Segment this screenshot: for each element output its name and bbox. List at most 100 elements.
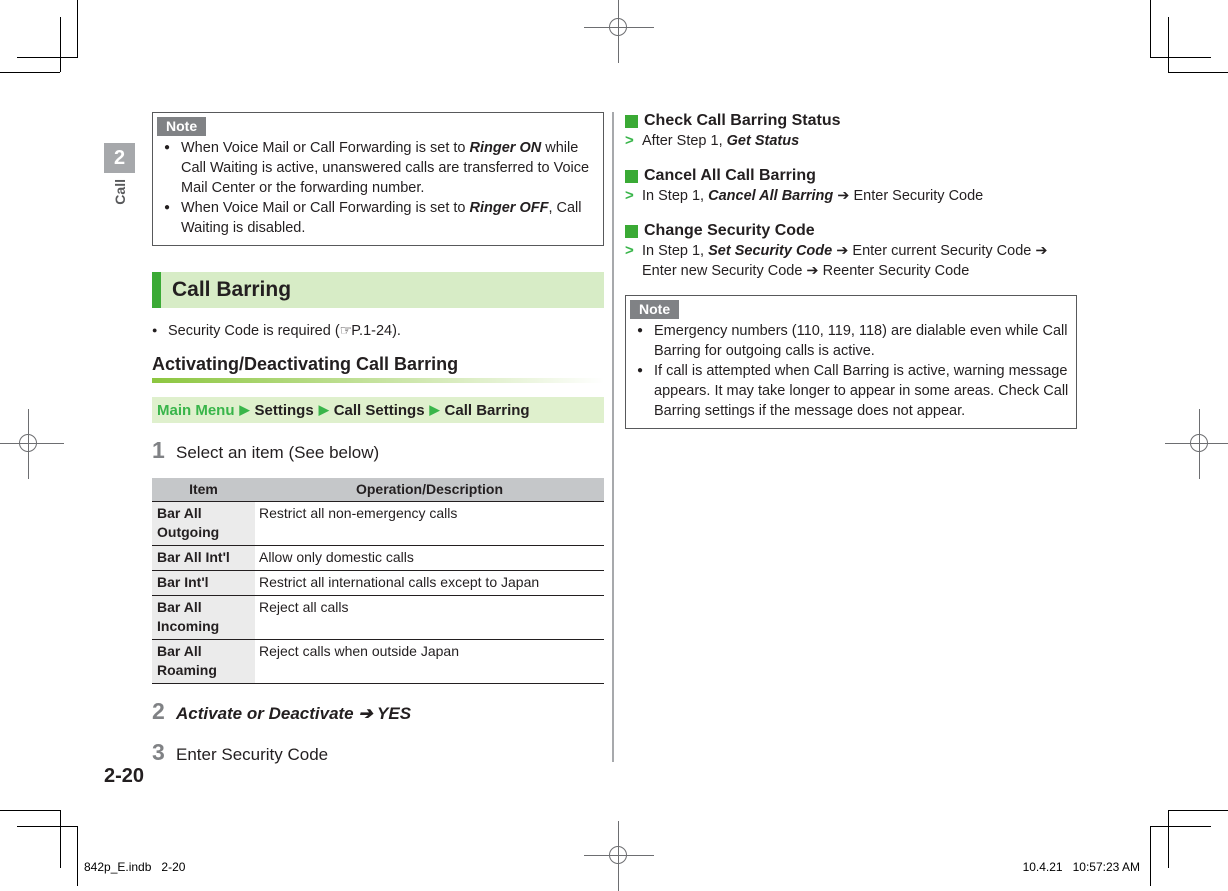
note-item: When Voice Mail or Call Forwarding is se… — [158, 138, 596, 198]
chevron-right-icon: ▶ — [239, 402, 250, 417]
nav-path-item-call-barring[interactable]: Call Barring — [445, 402, 530, 419]
body-text: When Voice Mail or Call Forwarding is se… — [181, 200, 470, 216]
footer-file-name: 842p_E.indb — [84, 860, 152, 874]
green-square-icon — [625, 114, 638, 128]
table-row: Bar All Roaming Reject calls when outside… — [152, 639, 604, 684]
table-header-operation: Operation/Description — [255, 478, 604, 502]
note-list: When Voice Mail or Call Forwarding is se… — [153, 138, 603, 238]
step-2: 2 Activate or Deactivate ➔ YES — [152, 698, 604, 725]
footer-file-slug: 842p_E.indb 2-20 — [84, 860, 185, 874]
sub-heading: Activating/Deactivating Call Barring — [152, 354, 459, 374]
green-square-icon — [625, 169, 638, 183]
manual-page: 2 Call Note When Voice Mail or Call Forw… — [0, 0, 1228, 886]
sub-heading-rule — [152, 378, 604, 383]
green-section-body: > After Step 1, Get Status — [625, 131, 1077, 151]
step-text: Enter Security Code — [176, 745, 329, 764]
section-accent-bar — [152, 272, 161, 308]
table-row: Bar All Incoming Reject all calls — [152, 595, 604, 640]
step-number: 3 — [152, 739, 165, 765]
step-text: Select an item (See below) — [176, 443, 380, 462]
body-text: After Step 1, — [642, 133, 727, 149]
green-section-body: > In Step 1, Set Security Code ➔ Enter cu… — [625, 241, 1077, 281]
footer-timestamp-slug: 10.4.21 10:57:23 AM — [1023, 860, 1140, 874]
chapter-tab: 2 Call — [104, 143, 135, 210]
call-barring-items-table: Item Operation/Description Bar All Outgo… — [152, 478, 604, 684]
table-cell-item: Bar All Outgoing — [152, 501, 255, 546]
table-cell-item: Bar All Incoming — [152, 595, 255, 640]
step-3: 3 Enter Security Code — [152, 739, 604, 766]
note-item: When Voice Mail or Call Forwarding is se… — [158, 198, 596, 238]
note-tag: Note — [157, 117, 207, 136]
table-cell-description: Allow only domestic calls — [255, 545, 604, 571]
note-item: If call is attempted when Call Barring i… — [631, 361, 1069, 421]
section-heading-text: Call Barring — [172, 278, 292, 301]
step-number: 2 — [152, 698, 165, 724]
security-code-note-text: Security Code is required ( — [168, 323, 340, 339]
right-column: Check Call Barring Status > After Step 1, … — [625, 112, 1077, 429]
green-section-body-text: In Step 1, Set Security Code ➔ Enter cur… — [642, 243, 1048, 279]
emphasis-text: Set Security Code — [708, 243, 833, 259]
body-text: In Step 1, — [642, 243, 709, 259]
left-column: Note When Voice Mail or Call Forwarding … — [152, 112, 604, 766]
body-text: In Step 1, — [642, 188, 709, 204]
table-cell-item: Bar Int'l — [152, 570, 255, 596]
section-heading: Call Barring — [152, 272, 604, 308]
green-section: Change Security Code > In Step 1, Set Secu… — [625, 222, 1077, 281]
table-cell-item: Bar All Int'l — [152, 545, 255, 571]
security-code-note-text-end: ). — [392, 323, 401, 339]
note-item: Emergency numbers (110, 119, 118) are di… — [631, 321, 1069, 361]
step-1: 1 Select an item (See below) — [152, 437, 604, 464]
note-box-bottom: Note Emergency numbers (110, 119, 118) a… — [625, 295, 1077, 429]
green-section: Cancel All Call Barring > In Step 1, Cance… — [625, 167, 1077, 206]
navigation-path: Main Menu ▶ Settings ▶ Call Settings ▶ C… — [152, 397, 604, 423]
body-text: If call is attempted when Call Barring i… — [654, 363, 1069, 419]
table-row: Bar Int'l Restrict all international call… — [152, 570, 604, 596]
table-cell-description: Reject calls when outside Japan — [255, 639, 604, 684]
green-section-title-text: Change Security Code — [644, 222, 815, 239]
nav-path-item-settings[interactable]: Settings — [255, 402, 314, 419]
note-list: Emergency numbers (110, 119, 118) are di… — [626, 321, 1076, 421]
chapter-label: Call — [111, 179, 128, 205]
green-section-title-text: Cancel All Call Barring — [644, 167, 816, 184]
nav-path-root[interactable]: Main Menu — [157, 402, 235, 419]
emphasis-text: Ringer ON — [469, 140, 542, 156]
step-number: 1 — [152, 437, 165, 463]
nav-path-item-call-settings[interactable]: Call Settings — [334, 402, 425, 419]
table-cell-description: Reject all calls — [255, 595, 604, 640]
table-header-item: Item — [152, 478, 255, 502]
emphasis-text: Ringer OFF — [469, 200, 549, 216]
chapter-number: 2 — [104, 143, 135, 173]
page-number: 2-20 — [104, 765, 145, 787]
body-text: When Voice Mail or Call Forwarding is se… — [181, 140, 470, 156]
emphasis-text: Cancel All Barring — [708, 188, 834, 204]
body-text: Emergency numbers (110, 119, 118) are di… — [654, 323, 1068, 359]
footer-date: 10.4.21 — [1022, 860, 1063, 874]
step-text: Activate or Deactivate ➔ YES — [176, 704, 412, 723]
green-section-body-text: In Step 1, Cancel All Barring ➔ Enter Se… — [642, 188, 983, 204]
green-section-title: Change Security Code — [625, 222, 1077, 240]
security-code-note: Security Code is required (☞P.1-24). — [152, 320, 604, 341]
footer-page: 2-20 — [161, 860, 186, 874]
note-tag: Note — [630, 300, 680, 319]
table-cell-item: Bar All Roaming — [152, 639, 255, 684]
body-text: ➔ Enter Security Code — [833, 188, 984, 204]
page-reference-link[interactable]: P.1-24 — [351, 323, 392, 339]
note-box-top: Note When Voice Mail or Call Forwarding … — [152, 112, 604, 246]
greater-than-marker-icon: > — [625, 242, 634, 259]
greater-than-marker-icon: > — [625, 132, 634, 149]
green-section-title-text: Check Call Barring Status — [644, 112, 841, 129]
pointing-hand-icon: ☞ — [339, 322, 353, 338]
green-section-body-text: After Step 1, Get Status — [642, 133, 799, 149]
emphasis-text: Get Status — [726, 133, 800, 149]
green-section-body: > In Step 1, Cancel All Barring ➔ Enter S… — [625, 186, 1077, 206]
table-cell-description: Restrict all non-emergency calls — [255, 501, 604, 546]
chevron-right-icon: ▶ — [429, 402, 440, 417]
table-row: Bar All Int'l Allow only domestic calls — [152, 545, 604, 571]
table-header-row: Item Operation/Description — [152, 478, 604, 502]
greater-than-marker-icon: > — [625, 187, 634, 204]
green-section-title: Cancel All Call Barring — [625, 167, 1077, 185]
column-divider — [612, 112, 614, 762]
table-cell-description: Restrict all international calls except … — [255, 570, 604, 596]
chevron-right-icon: ▶ — [318, 402, 329, 417]
